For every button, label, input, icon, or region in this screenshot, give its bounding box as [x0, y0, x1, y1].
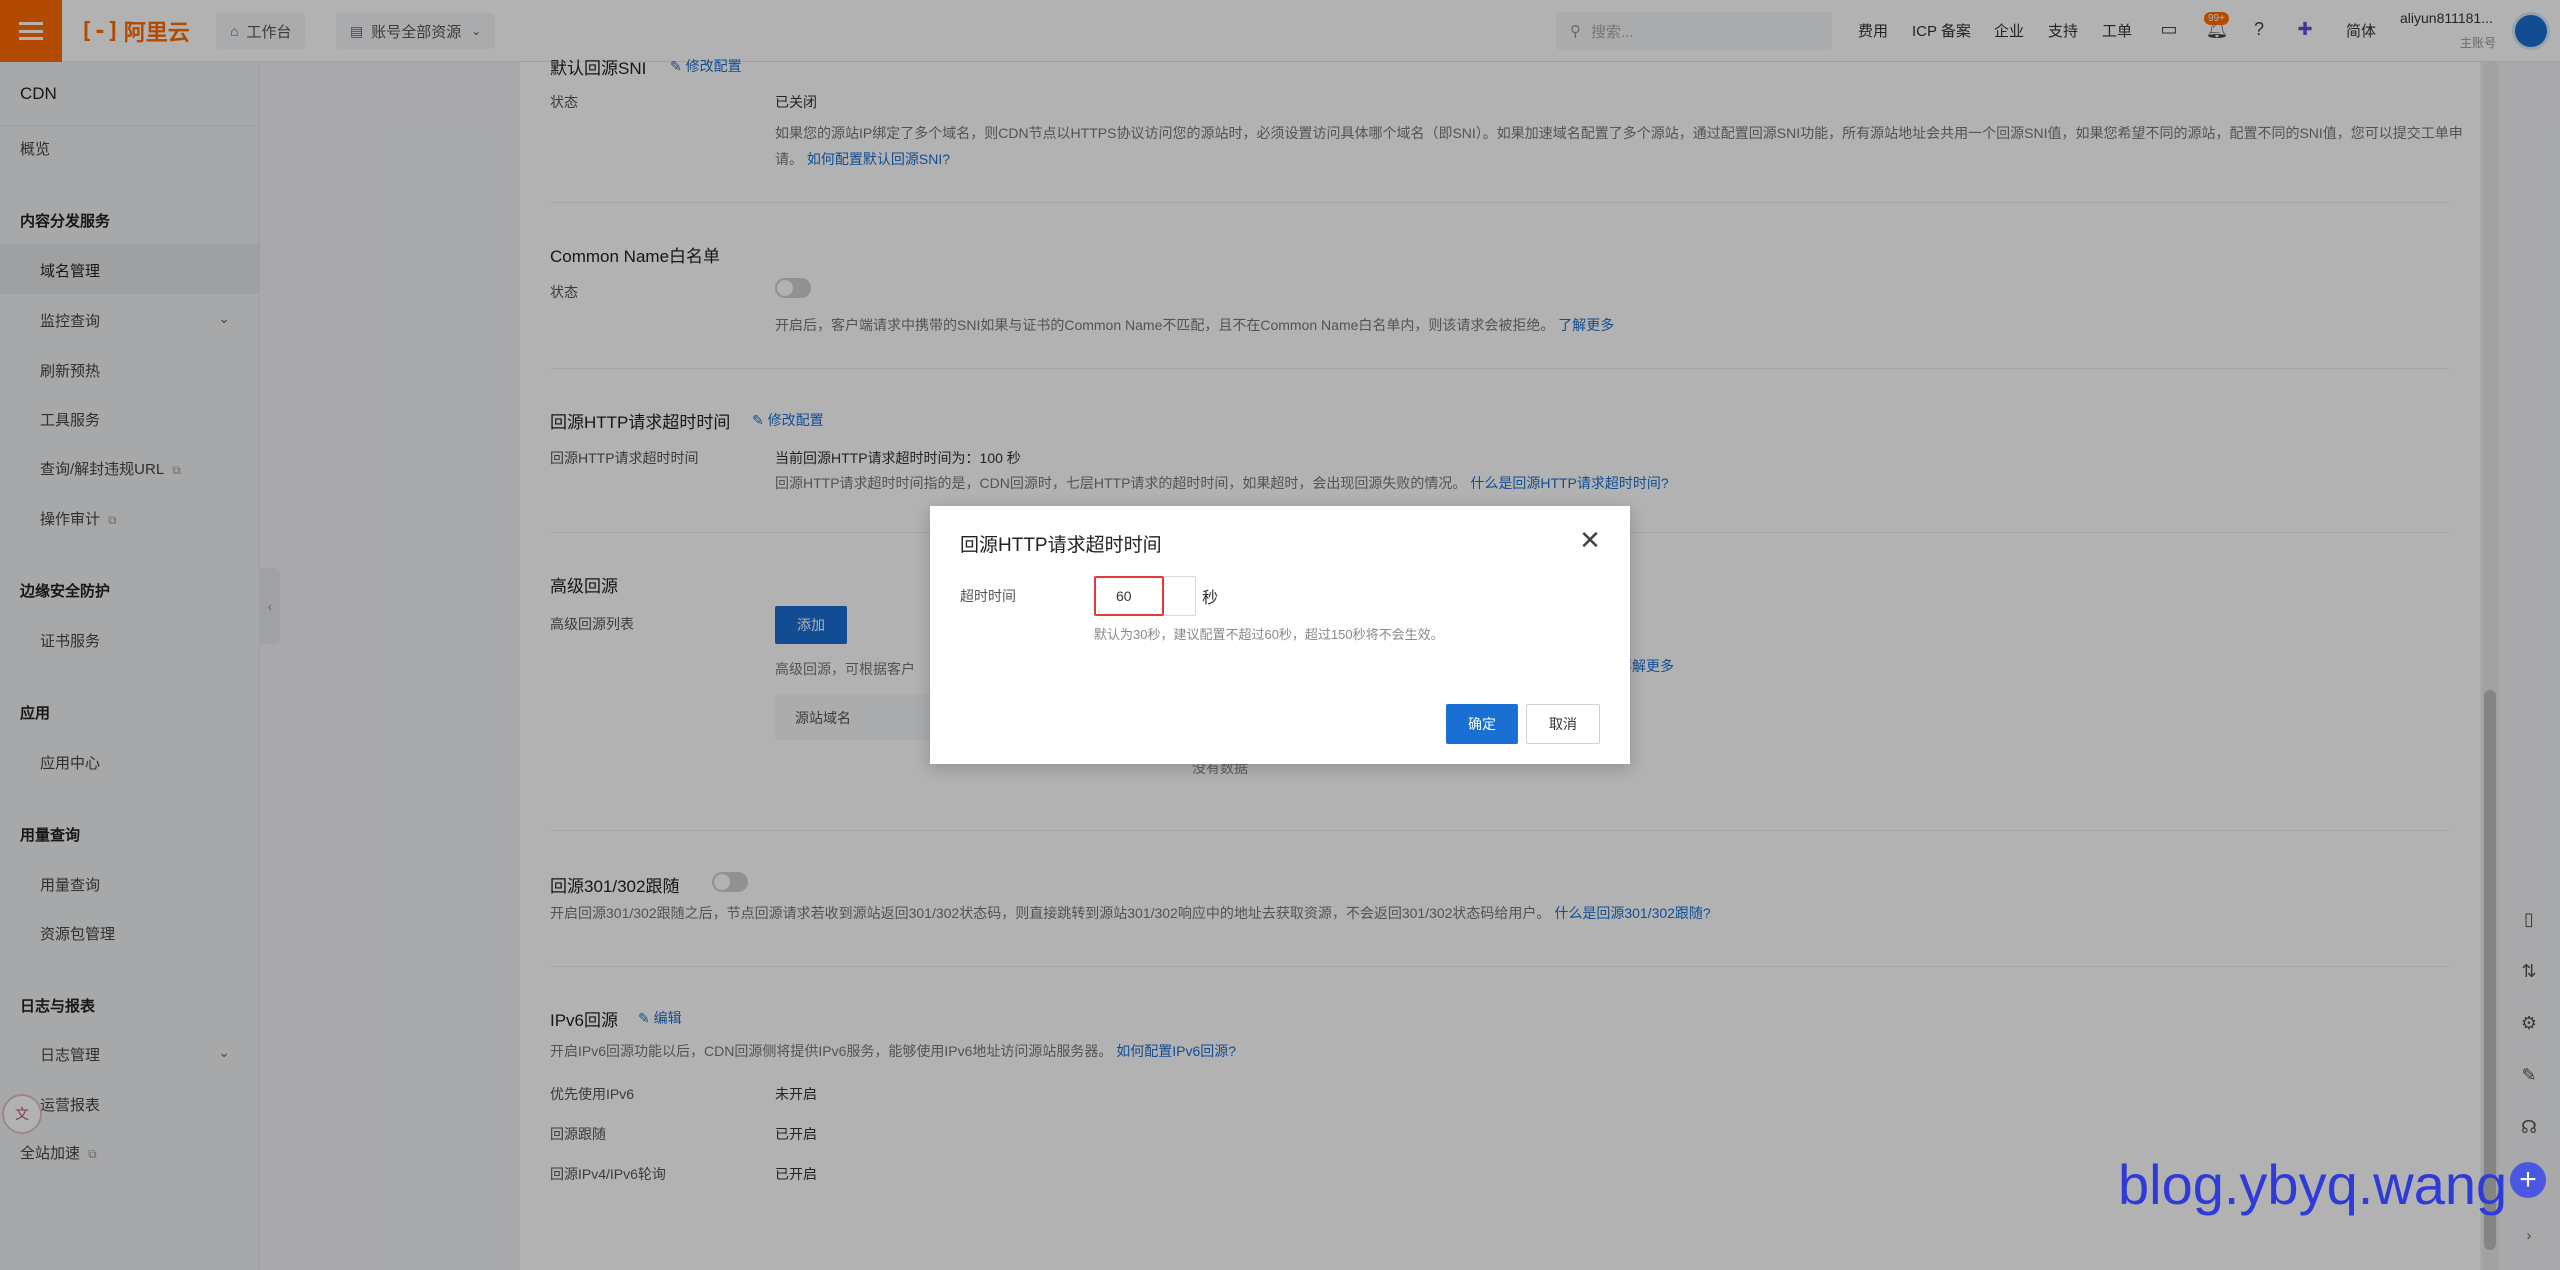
cancel-button[interactable]: 取消 — [1526, 704, 1600, 744]
dialog-title: 回源HTTP请求超时时间 — [960, 535, 1162, 556]
timeout-input[interactable] — [1094, 576, 1164, 616]
watermark-text: blog.ybyq.wang — [2118, 1153, 2508, 1216]
timeout-unit: 秒 — [1202, 590, 1219, 607]
timeout-field-label: 超时时间 — [960, 588, 1016, 604]
timeout-hint: 默认为30秒，建议配置不超过60秒，超过150秒将不会生效。 — [1094, 627, 1444, 642]
close-icon[interactable]: ✕ — [1576, 525, 1604, 555]
confirm-button[interactable]: 确定 — [1446, 704, 1518, 744]
input-addon — [1164, 576, 1196, 616]
timeout-edit-dialog: 回源HTTP请求超时时间 ✕ 超时时间 秒 默认为30秒，建议配置不超过60秒，… — [930, 506, 1630, 764]
plus-icon[interactable]: + — [2510, 1162, 2546, 1198]
